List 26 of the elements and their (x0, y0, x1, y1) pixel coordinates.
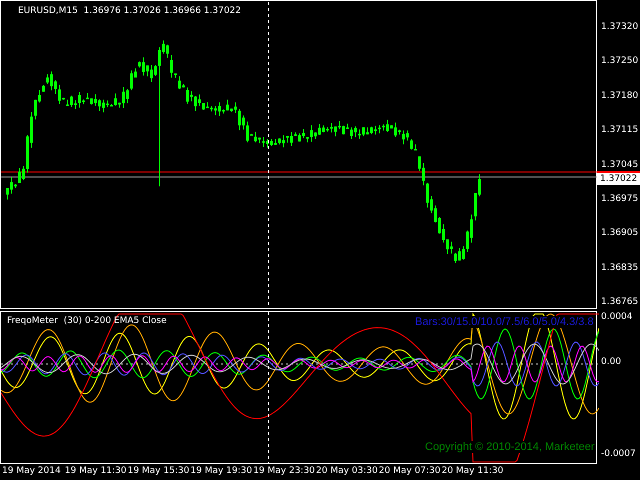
price-tick-label: 1.37250 (601, 56, 638, 68)
indicator-tick-label: 0.00 (601, 357, 622, 368)
time-tick-label: 19 May 2014 (2, 466, 61, 476)
indicator-tick-label: 0.0004 (601, 312, 632, 323)
price-tick-label: 1.36835 (601, 262, 638, 274)
indicator-tick-label: -0.0007 (601, 449, 636, 460)
copyright-text: Copyright © 2010-2014, Marketeer (425, 441, 595, 453)
time-tick-label: 19 May 15:30 (128, 466, 190, 476)
time-tick-label: 19 May 19:30 (190, 466, 252, 476)
current-price-label: 1.37022 (597, 173, 640, 185)
symbol-header: EURUSD,M15 1.36976 1.37026 1.36966 1.37022 (18, 5, 242, 18)
price-tick-label: 1.37320 (601, 22, 638, 33)
time-tick-label: 20 May 07:30 (378, 466, 441, 476)
time-tick-label: 19 May 23:30 (253, 466, 315, 476)
price-tick-label: 1.36765 (601, 297, 638, 308)
price-tick-label: 1.36975 (601, 194, 638, 205)
price-tick-label: 1.36905 (601, 228, 638, 240)
time-tick-label: 19 May 11:30 (64, 466, 127, 476)
indicator-title: FreqoMeter (30) 0-200 EMA5 Close (7, 315, 167, 328)
price-tick-label: 1.37180 (601, 90, 638, 102)
time-tick-label: 20 May 11:30 (442, 466, 504, 476)
price-tick-label: 1.37115 (601, 125, 638, 136)
bars-label: Bars:30/15.0/10.0/7.5/6.0/5.0/4.3/3.8 (415, 316, 594, 328)
ask-price-marker (597, 171, 640, 173)
price-tick-label: 1.37045 (601, 160, 638, 171)
time-tick-label: 20 May 03:30 (316, 466, 378, 476)
